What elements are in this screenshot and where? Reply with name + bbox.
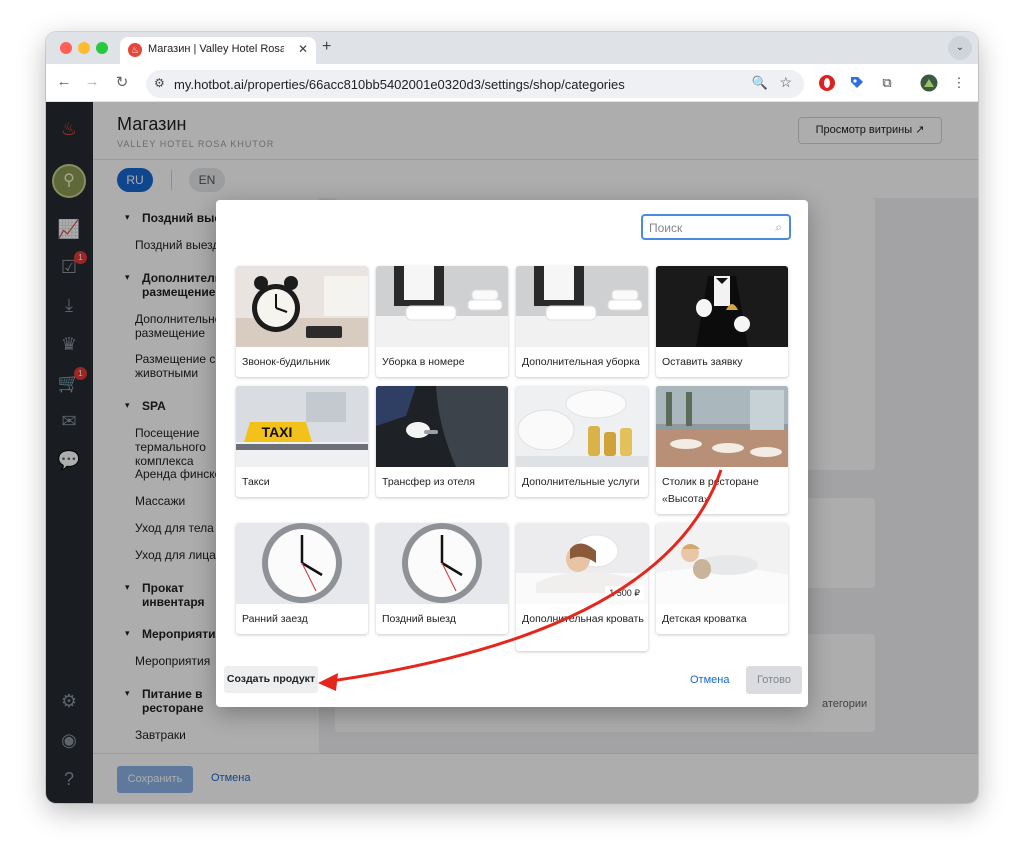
product-picker-dialog: ⌕ bbox=[216, 200, 808, 707]
browser-window: ♨ Магазин | Valley Hotel Rosa Khutor ✕ +… bbox=[46, 32, 978, 803]
product-title: Детская кроватка bbox=[662, 613, 747, 625]
browser-toolbar: ← → ↻ ⚙ my.hotbot.ai/properties/66acc810… bbox=[46, 64, 978, 102]
new-tab-button[interactable]: + bbox=[322, 38, 331, 56]
reload-icon[interactable]: ↻ bbox=[112, 73, 132, 91]
bookmark-star-icon[interactable]: ☆ bbox=[779, 74, 792, 91]
room-cleaning-image bbox=[376, 266, 508, 347]
tab-close-icon[interactable]: ✕ bbox=[298, 42, 308, 56]
tab-search-icon[interactable]: ⌄ bbox=[948, 36, 972, 60]
product-card[interactable]: Ранний заезд bbox=[236, 523, 368, 634]
product-title: Ранний заезд bbox=[242, 613, 308, 625]
product-title: Уборка в номере bbox=[382, 356, 465, 368]
dialog-done-button[interactable]: Готово bbox=[746, 666, 802, 694]
alarm-clock-image bbox=[236, 266, 368, 347]
tab-strip: ♨ Магазин | Valley Hotel Rosa Khutor ✕ +… bbox=[46, 32, 978, 64]
product-card[interactable]: Столик в ресторане «Высота» bbox=[656, 386, 788, 514]
product-card[interactable]: Дополнительные услуги bbox=[516, 386, 648, 497]
address-bar[interactable]: ⚙ my.hotbot.ai/properties/66acc810bb5402… bbox=[146, 70, 804, 98]
browser-menu-icon[interactable]: ⋮ bbox=[950, 74, 968, 92]
taxi-image: TAXI bbox=[236, 386, 368, 467]
window-minimize-button[interactable] bbox=[78, 42, 90, 54]
product-title: Поздний выезд bbox=[382, 613, 456, 625]
request-bell-image bbox=[656, 266, 788, 347]
product-title: Дополнительные услуги bbox=[522, 476, 640, 488]
extra-services-image bbox=[516, 386, 648, 467]
product-title: Столик в ресторане «Высота» bbox=[662, 476, 759, 505]
opera-extension-icon[interactable] bbox=[818, 74, 836, 92]
forward-icon[interactable]: → bbox=[82, 73, 102, 90]
product-title: Дополнительная кровать bbox=[522, 613, 644, 625]
search-icon: ⌕ bbox=[775, 220, 782, 234]
profile-avatar[interactable] bbox=[920, 74, 938, 92]
price-tag: 1 500 ₽ bbox=[605, 586, 644, 600]
extra-bed-image: 1 500 ₽ bbox=[516, 523, 648, 604]
product-card[interactable]: 1 500 ₽ Дополнительная кровать bbox=[516, 523, 648, 651]
extensions-puzzle-icon[interactable]: ⧉ bbox=[878, 74, 896, 92]
baby-crib-image bbox=[656, 523, 788, 604]
search-input[interactable] bbox=[649, 219, 761, 236]
hotel-transfer-image bbox=[376, 386, 508, 467]
product-card[interactable]: Детская кроватка bbox=[656, 523, 788, 634]
window-maximize-button[interactable] bbox=[96, 42, 108, 54]
search-field[interactable]: ⌕ bbox=[641, 214, 791, 240]
product-title: Дополнительная уборка bbox=[522, 356, 640, 368]
taxi-sign-text: TAXI bbox=[262, 424, 293, 440]
site-info-icon[interactable]: ⚙ bbox=[154, 76, 165, 90]
product-card[interactable]: Уборка в номере bbox=[376, 266, 508, 377]
early-checkin-clock-image bbox=[236, 523, 368, 604]
product-card[interactable]: Звонок-будильник bbox=[236, 266, 368, 377]
url-text[interactable]: my.hotbot.ai/properties/66acc810bb540200… bbox=[174, 77, 625, 92]
browser-tab[interactable]: ♨ Магазин | Valley Hotel Rosa Khutor ✕ bbox=[120, 37, 316, 64]
window-close-button[interactable] bbox=[60, 42, 72, 54]
product-title: Звонок-будильник bbox=[242, 356, 330, 368]
app: ♨ ⚲ 📈 ☑ 1 ⤓ ♛ 🛒 1 ✉ 💬 ⚙ ◉ ? Магазин VALL… bbox=[46, 102, 978, 803]
product-title: Такси bbox=[242, 476, 270, 488]
product-card[interactable]: Поздний выезд bbox=[376, 523, 508, 634]
zoom-icon[interactable]: 🔍 bbox=[752, 75, 768, 91]
product-card[interactable]: Оставить заявку bbox=[656, 266, 788, 377]
extra-cleaning-image bbox=[516, 266, 648, 347]
tab-title: Магазин | Valley Hotel Rosa Khutor bbox=[148, 43, 284, 55]
late-checkout-clock-image bbox=[376, 523, 508, 604]
dialog-cancel-button[interactable]: Отмена bbox=[690, 674, 729, 686]
back-icon[interactable]: ← bbox=[54, 73, 74, 90]
tag-extension-icon[interactable] bbox=[848, 74, 866, 92]
product-card[interactable]: Дополнительная уборка bbox=[516, 266, 648, 377]
restaurant-table-image bbox=[656, 386, 788, 467]
product-title: Оставить заявку bbox=[662, 356, 743, 368]
product-title: Трансфер из отеля bbox=[382, 476, 475, 488]
product-card[interactable]: Трансфер из отеля bbox=[376, 386, 508, 497]
product-card[interactable]: TAXI Такси bbox=[236, 386, 368, 497]
create-product-button[interactable]: Создать продукт bbox=[224, 666, 318, 693]
hotbot-flame-icon: ♨ bbox=[128, 43, 142, 57]
